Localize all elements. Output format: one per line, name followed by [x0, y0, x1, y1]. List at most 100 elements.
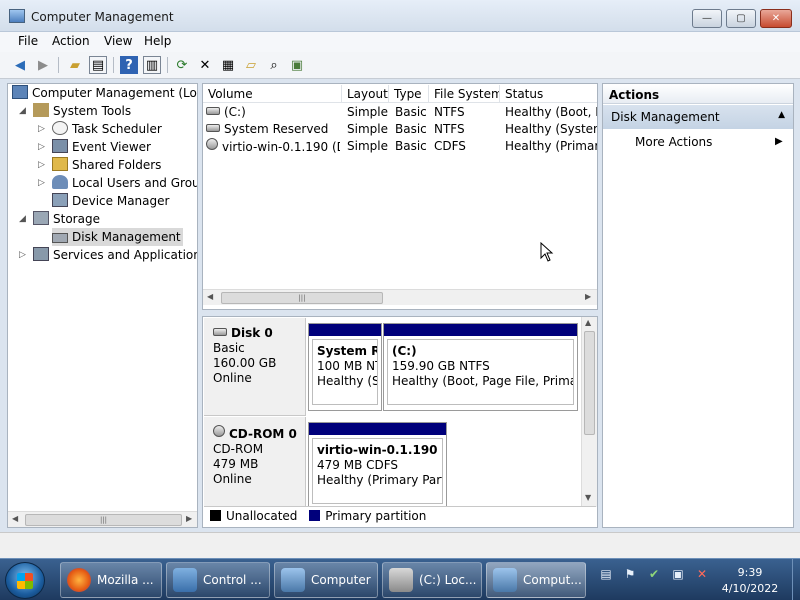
windows-logo-icon	[17, 573, 33, 589]
security-icon[interactable]: ✔	[646, 567, 662, 583]
column-header-file-system[interactable]: File System	[429, 85, 500, 103]
scroll-right-icon[interactable]: ▶	[186, 514, 192, 523]
taskbar-button-label: Mozilla ...	[97, 573, 154, 587]
menu-help[interactable]: Help	[144, 34, 171, 48]
mouse-cursor-icon	[540, 241, 554, 265]
actions-section-disk-management[interactable]: Disk Management ▲	[603, 105, 793, 129]
network-icon[interactable]: ▣	[670, 567, 686, 583]
menu-action[interactable]: Action	[52, 34, 90, 48]
expand-arrow-icon[interactable]: ▷	[19, 246, 29, 264]
scrollbar-thumb[interactable]: |||	[25, 514, 182, 526]
disk-view-vertical-scrollbar[interactable]: ▲ ▼	[581, 317, 597, 507]
submenu-arrow-icon[interactable]: ▶	[775, 136, 783, 147]
tree-item-system-tools[interactable]: ◢ System Tools	[19, 102, 131, 120]
column-header-volume[interactable]: Volume	[203, 85, 342, 103]
primary-partition-bar	[309, 423, 446, 435]
show-hide-tree-icon[interactable]: ▤	[89, 56, 107, 74]
disk-name: Disk 0	[231, 326, 273, 340]
computer-icon	[281, 568, 305, 592]
disk-state: Online	[213, 371, 252, 385]
disk-name: CD-ROM 0	[229, 427, 297, 441]
clock[interactable]: 9:39 4/10/2022	[712, 565, 788, 597]
expand-arrow-icon[interactable]: ▷	[38, 174, 48, 192]
column-header-status[interactable]: Status	[500, 85, 597, 103]
volume-list-horizontal-scrollbar[interactable]: ◀ ||| ▶	[203, 289, 597, 305]
minimize-button[interactable]: —	[692, 9, 722, 28]
menu-view[interactable]: View	[104, 34, 132, 48]
expand-arrow-icon[interactable]: ▷	[38, 138, 48, 156]
partition-size: 100 MB NT	[317, 359, 378, 373]
cell-type: Basic	[395, 105, 427, 119]
cell-status: Healthy (Primary	[505, 139, 598, 153]
more-actions-item[interactable]: More Actions	[635, 135, 712, 149]
scroll-left-icon[interactable]: ◀	[207, 292, 213, 301]
forward-icon[interactable]: ▶	[34, 56, 52, 74]
tree-item-shared-folders[interactable]: ▷ Shared Folders	[38, 156, 161, 174]
tree-item-services-applications[interactable]: ▷ Services and Applications	[19, 246, 197, 264]
cell-file-system: NTFS	[434, 105, 465, 119]
menu-bar: File Action View Help	[0, 32, 800, 52]
tree-item-device-manager[interactable]: Device Manager	[52, 192, 169, 210]
disk-0-label[interactable]: Disk 0 Basic 160.00 GB Online	[204, 318, 306, 416]
export-icon[interactable]: ▣	[288, 56, 306, 74]
cell-layout: Simple	[347, 105, 388, 119]
partition-d[interactable]: virtio-win-0.1.190 (D: 479 MB CDFS Healt…	[308, 422, 447, 510]
open-icon[interactable]: ▱	[242, 56, 260, 74]
clock-icon	[52, 121, 68, 135]
flag-icon[interactable]: ⚑	[622, 567, 638, 583]
tree-item-local-users[interactable]: ▷ Local Users and Groups	[38, 174, 197, 192]
cell-volume: virtio-win-0.1.190 (D:)	[222, 140, 340, 154]
taskbar-button-local-disk[interactable]: (C:) Loc...	[382, 562, 482, 598]
actions-pane: Actions Disk Management ▲ More Actions ▶	[602, 83, 794, 528]
back-icon[interactable]: ◀	[11, 56, 29, 74]
delete-icon[interactable]: ✕	[196, 56, 214, 74]
cdrom-0-label[interactable]: CD-ROM 0 CD-ROM 479 MB Online	[204, 417, 306, 509]
partition-c[interactable]: (C:) 159.90 GB NTFS Healthy (Boot, Page …	[383, 323, 578, 411]
taskbar-button-control-panel[interactable]: Control ...	[166, 562, 270, 598]
show-desktop-button[interactable]	[792, 559, 800, 600]
scrollbar-thumb[interactable]	[584, 331, 595, 435]
scroll-down-icon[interactable]: ▼	[585, 493, 591, 502]
volume-muted-icon[interactable]: ✕	[694, 567, 710, 583]
tree-item-disk-management[interactable]: Disk Management	[52, 228, 183, 246]
partition-status: Healthy (Boot, Page File, Primary F	[392, 374, 573, 388]
taskbar-button-mozilla[interactable]: Mozilla ...	[60, 562, 162, 598]
scroll-left-icon[interactable]: ◀	[12, 514, 18, 523]
start-button[interactable]	[5, 562, 45, 599]
column-header-type[interactable]: Type	[389, 85, 429, 103]
properties-icon[interactable]: ▦	[219, 56, 237, 74]
disk-size: 160.00 GB	[213, 356, 277, 370]
close-button[interactable]: ✕	[760, 9, 792, 28]
help-icon[interactable]: ?	[120, 56, 138, 74]
action-center-icon[interactable]: ▤	[598, 567, 614, 583]
tree-item-task-scheduler[interactable]: ▷ Task Scheduler	[38, 120, 162, 138]
partition-system-reserved[interactable]: System Re 100 MB NT Healthy (Sy	[308, 323, 382, 411]
collapse-arrow-icon[interactable]: ◢	[19, 102, 29, 120]
clock-date: 4/10/2022	[721, 582, 779, 595]
scroll-right-icon[interactable]: ▶	[585, 292, 591, 301]
cell-layout: Simple	[347, 122, 388, 136]
cell-type: Basic	[395, 122, 427, 136]
scrollbar-thumb[interactable]: |||	[221, 292, 383, 304]
taskbar-button-computer[interactable]: Computer	[274, 562, 378, 598]
up-folder-icon[interactable]: ▰	[66, 56, 84, 74]
column-header-layout[interactable]: Layout	[342, 85, 389, 103]
collapse-up-icon[interactable]: ▲	[778, 110, 785, 120]
taskbar-button-computer-management[interactable]: Comput...	[486, 562, 586, 598]
scroll-up-icon[interactable]: ▲	[585, 318, 591, 327]
expand-arrow-icon[interactable]: ▷	[38, 120, 48, 138]
search-icon[interactable]: ⌕	[265, 56, 283, 74]
show-hide-action-icon[interactable]: ▥	[143, 56, 161, 74]
collapse-arrow-icon[interactable]: ◢	[19, 210, 29, 228]
tree-item-storage[interactable]: ◢ Storage	[19, 210, 100, 228]
expand-arrow-icon[interactable]: ▷	[38, 156, 48, 174]
maximize-button[interactable]: ▢	[726, 9, 756, 28]
taskbar: Mozilla ... Control ... Computer (C:) Lo…	[0, 558, 800, 600]
menu-file[interactable]: File	[18, 34, 38, 48]
tree-horizontal-scrollbar[interactable]: ◀ ||| ▶	[8, 511, 197, 527]
disk-state: Online	[213, 472, 252, 486]
tree-item-event-viewer[interactable]: ▷ Event Viewer	[38, 138, 151, 156]
tree-item-computer-management[interactable]: Computer Management (Local	[12, 84, 197, 102]
services-icon	[33, 247, 49, 261]
refresh-icon[interactable]: ⟳	[173, 56, 191, 74]
